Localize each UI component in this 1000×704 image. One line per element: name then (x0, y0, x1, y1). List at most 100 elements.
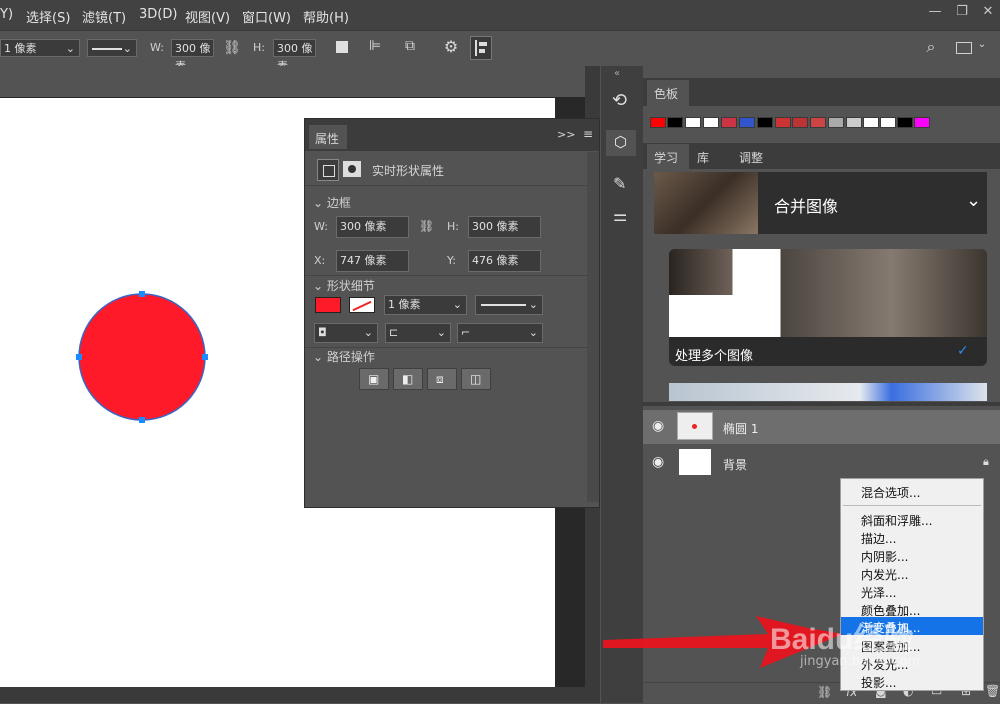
anchor-point-left[interactable] (76, 354, 82, 360)
shape-transform-icon[interactable] (317, 159, 339, 181)
collapse-icon[interactable]: « (614, 68, 620, 79)
eye-icon[interactable]: ◉ (652, 418, 664, 434)
layer-row[interactable]: ◉ 背景 🔒︎ (643, 445, 1000, 479)
path-arrangement-icon[interactable]: ⧉ (399, 38, 421, 54)
combine-shapes-button[interactable]: ▣ (359, 368, 389, 390)
minimize-button[interactable]: — (924, 4, 946, 20)
layer-row[interactable]: ◉ 椭圆 1 (643, 410, 1000, 444)
gear-icon[interactable]: ⚙ (440, 37, 462, 56)
ellipse-shape[interactable] (78, 293, 206, 421)
mask-icon[interactable] (343, 161, 361, 177)
align-edges-button[interactable] (470, 36, 492, 60)
properties-tab[interactable]: 属性 (309, 125, 347, 149)
fill-color-swatch[interactable] (315, 297, 341, 313)
tab-libraries[interactable]: 库 (697, 149, 709, 166)
stroke-caps-select[interactable]: ⊏ ⌄ (385, 323, 451, 343)
width-input[interactable]: 300 像素 (171, 39, 214, 73)
swatch-gray[interactable] (828, 117, 844, 128)
layer-name[interactable]: 背景 (723, 456, 747, 473)
height-field[interactable]: 300 像素 (468, 216, 541, 238)
stroke-type-select[interactable]: ⌄ (87, 39, 137, 57)
swatch-crimson[interactable] (721, 117, 737, 128)
height-input[interactable]: 300 像素 (273, 39, 316, 73)
brush-icon[interactable]: ✎ (613, 174, 626, 193)
swatch-white[interactable] (880, 117, 896, 128)
menu-item-view[interactable]: 视图(V) (185, 7, 230, 26)
tutorial-card-next[interactable] (669, 383, 987, 401)
swatches-tab[interactable]: 色板 (647, 80, 689, 106)
swatch-red-dark[interactable] (792, 117, 808, 128)
adjustments-icon[interactable]: ⚌ (613, 206, 627, 225)
stroke-color-swatch[interactable] (349, 297, 375, 313)
collapse-icon[interactable]: >> (557, 128, 575, 141)
stroke-align-select[interactable]: ◘ ⌄ (314, 323, 378, 343)
menu-item-type[interactable]: Y) (0, 7, 13, 22)
path-alignment-icon[interactable]: ⊫ (364, 38, 386, 54)
swatch-black[interactable] (897, 117, 913, 128)
workspace-icon[interactable] (956, 42, 972, 54)
swatch-white[interactable] (685, 117, 701, 128)
chevron-down-icon[interactable]: ⌄ (976, 39, 988, 50)
menu-item-satin[interactable]: 光泽... (861, 584, 896, 601)
path-operations-icon[interactable] (336, 41, 348, 53)
swatch-red-dark[interactable] (775, 117, 791, 128)
stroke-corners-icon: ⌐ (461, 326, 471, 339)
tab-adjustments[interactable]: 调整 (739, 149, 763, 166)
swatch-light-gray[interactable] (846, 117, 862, 128)
width-field[interactable]: 300 像素 (336, 216, 409, 238)
stroke-size-select[interactable]: 1 像素 ⌄ (384, 295, 467, 315)
horizontal-scrollbar[interactable] (0, 687, 600, 703)
y-field[interactable]: 476 像素 (468, 250, 541, 272)
close-button[interactable]: ✕ (977, 4, 999, 20)
menu-item-filter[interactable]: 滤镜(T) (82, 7, 126, 26)
menu-item-blending-options[interactable]: 混合选项... (861, 484, 920, 501)
anchor-point-bottom[interactable] (139, 417, 145, 423)
layer-name[interactable]: 椭圆 1 (723, 420, 758, 437)
link-layers-icon[interactable]: ⛓ (817, 685, 832, 699)
menu-item-inner-shadow[interactable]: 内阴影... (861, 548, 908, 565)
swatch-magenta[interactable] (914, 117, 930, 128)
chevron-down-icon[interactable]: ⌄ (966, 190, 981, 211)
intersect-shapes-button[interactable]: ⧈ (427, 368, 457, 390)
eye-icon[interactable]: ◉ (652, 454, 664, 470)
restore-button[interactable]: ❐ (951, 4, 973, 20)
stroke-width-select[interactable]: 1 像素 ⌄ (0, 39, 80, 57)
exclude-overlap-button[interactable]: ◫ (461, 368, 491, 390)
panel-menu-icon[interactable]: ≡ (583, 127, 593, 141)
swatch-white[interactable] (703, 117, 719, 128)
tab-learn[interactable]: 学习 (647, 144, 689, 169)
link-icon[interactable]: ⛓ (419, 219, 434, 233)
subtract-front-button[interactable]: ◧ (393, 368, 423, 390)
anchor-point-right[interactable] (202, 354, 208, 360)
menu-item-help[interactable]: 帮助(H) (303, 7, 349, 26)
menu-item-3d[interactable]: 3D(D) (139, 7, 177, 22)
learn-topic-header[interactable]: 合并图像 ⌄ (654, 172, 987, 234)
swatch-red[interactable] (650, 117, 666, 128)
link-icon[interactable]: ⛓ (222, 40, 242, 56)
swatch-white[interactable] (863, 117, 879, 128)
x-field[interactable]: 747 像素 (336, 250, 409, 272)
menu-item-inner-glow[interactable]: 内发光... (861, 566, 908, 583)
chevron-down-icon: ⌄ (122, 42, 132, 55)
tutorial-card[interactable]: 处理多个图像 ✓ (669, 249, 987, 366)
swatch-black[interactable] (667, 117, 683, 128)
menu-item-window[interactable]: 窗口(W) (242, 7, 291, 26)
menu-item-select[interactable]: 选择(S) (26, 7, 70, 26)
stroke-style-select[interactable]: ⌄ (475, 295, 543, 315)
history-icon[interactable]: ⟲ (612, 90, 627, 111)
swatch-black[interactable] (757, 117, 773, 128)
menu-item-stroke[interactable]: 描边... (861, 530, 896, 547)
search-icon[interactable]: ⌕ (920, 37, 942, 57)
y-label: Y: (447, 254, 456, 267)
menu-item-bevel-emboss[interactable]: 斜面和浮雕... (861, 512, 932, 529)
properties-scrollbar[interactable] (587, 152, 599, 502)
bounds-section[interactable]: ⌄ 边框 (313, 194, 351, 211)
3d-panel-button[interactable]: ⬡ (606, 130, 636, 156)
trash-icon[interactable]: 🗑︎ (985, 684, 1000, 698)
stroke-corners-select[interactable]: ⌐ ⌄ (457, 323, 543, 343)
swatch-blue[interactable] (739, 117, 755, 128)
swatch-red-light[interactable] (810, 117, 826, 128)
anchor-point-top[interactable] (139, 291, 145, 297)
path-operations-section[interactable]: ⌄ 路径操作 (313, 348, 375, 365)
shape-details-section[interactable]: ⌄ 形状细节 (313, 277, 375, 294)
